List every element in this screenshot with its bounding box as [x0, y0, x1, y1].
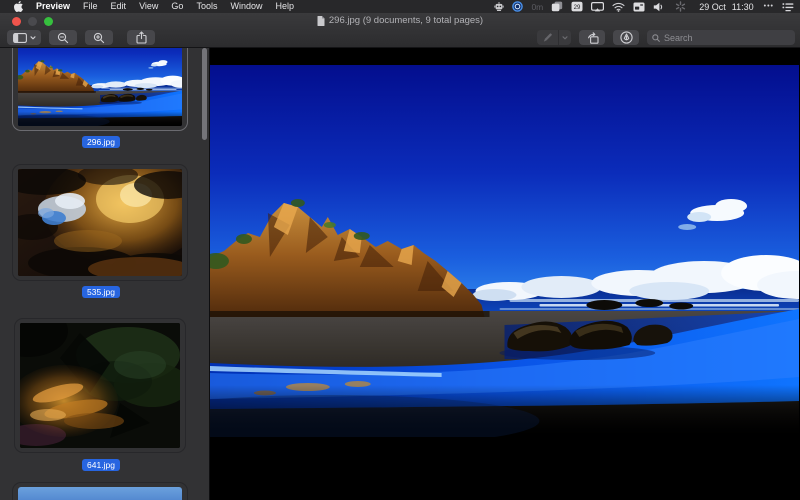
view-options-button[interactable]: [7, 30, 41, 45]
menu-window[interactable]: Window: [230, 0, 262, 13]
calendar-icon[interactable]: 29: [571, 1, 583, 12]
minimize-button[interactable]: [28, 17, 37, 26]
thumbnail-next[interactable]: [18, 487, 182, 500]
menu-tools[interactable]: Tools: [196, 0, 217, 13]
fan-icon[interactable]: [675, 1, 686, 12]
menu-bar-clock[interactable]: 29 Oct 11:30: [699, 2, 753, 12]
share-icon: [136, 31, 147, 44]
robot-head-icon[interactable]: [494, 1, 504, 12]
menu-edit[interactable]: Edit: [111, 0, 127, 13]
menu-bar: Preview File Edit View Go Tools Window H…: [0, 0, 800, 13]
search-field[interactable]: [647, 30, 795, 45]
menu-bar-status: 0m 29 29 Oct 11:3: [494, 1, 794, 12]
image-canvas: [210, 48, 800, 500]
zoom-in-button[interactable]: [85, 30, 113, 45]
thumbnail-sidebar: 296.jpg 535.jpg 641.jpg: [0, 48, 210, 500]
thumbnail-label-296[interactable]: 296.jpg: [82, 136, 120, 148]
screen-time-label[interactable]: 0m: [531, 2, 543, 12]
display-mirroring-icon[interactable]: [591, 2, 604, 12]
thumbnail-label-row: 535.jpg: [0, 282, 202, 300]
more-icon[interactable]: •••: [764, 3, 774, 10]
menu-view[interactable]: View: [139, 0, 158, 13]
notification-icon[interactable]: [551, 1, 563, 12]
thumbnail-label-row: 641.jpg: [0, 455, 202, 473]
highlight-menu-chevron[interactable]: [559, 30, 571, 45]
markup-icon: [620, 31, 633, 44]
apple-menu[interactable]: [14, 1, 23, 12]
beach-photo: [210, 65, 799, 437]
markup-button[interactable]: [613, 30, 639, 45]
zoom-out-icon: [57, 32, 69, 44]
chevron-down-icon: [30, 36, 36, 40]
highlight-pen-icon[interactable]: [537, 30, 559, 45]
sidebar-icon: [13, 33, 27, 43]
app-menu[interactable]: Preview: [36, 0, 70, 13]
rotate-left-button[interactable]: [579, 30, 605, 45]
wifi-icon[interactable]: [612, 2, 625, 12]
zoom-in-icon: [93, 32, 105, 44]
notification-center-icon[interactable]: [782, 2, 794, 12]
window-title-text: 296.jpg (9 documents, 9 total pages): [329, 15, 483, 26]
zoom-out-button[interactable]: [49, 30, 77, 45]
sidebar-scrollbar[interactable]: [202, 48, 207, 140]
rotate-left-icon: [586, 32, 599, 44]
thumbnail-535[interactable]: [18, 169, 182, 276]
input-source-icon[interactable]: [633, 2, 645, 12]
title-bar: 296.jpg (9 documents, 9 total pages): [0, 13, 800, 28]
menu-go[interactable]: Go: [171, 0, 183, 13]
share-button[interactable]: [127, 30, 155, 45]
thumbnail-label-641[interactable]: 641.jpg: [82, 459, 120, 471]
thumbnail-label-row: 296.jpg: [0, 132, 202, 150]
window-chrome: 296.jpg (9 documents, 9 total pages): [0, 13, 800, 48]
close-button[interactable]: [12, 17, 21, 26]
thumbnail-label-535[interactable]: 535.jpg: [82, 286, 120, 298]
svg-text:29: 29: [574, 5, 581, 11]
menu-bar-left: Preview File Edit View Go Tools Window H…: [14, 0, 294, 13]
volume-icon[interactable]: [653, 2, 664, 12]
window-content: 296.jpg 535.jpg 641.jpg: [0, 48, 800, 500]
preview-window: 296.jpg (9 documents, 9 total pages): [0, 13, 800, 500]
desktop: Preview File Edit View Go Tools Window H…: [0, 0, 800, 500]
clock-time: 11:30: [732, 2, 754, 12]
menu-file[interactable]: File: [83, 0, 98, 13]
clock-date: 29 Oct: [699, 2, 726, 12]
highlight-button[interactable]: [537, 30, 571, 45]
thumbnail-296[interactable]: [18, 48, 182, 126]
search-input[interactable]: [664, 33, 790, 43]
document-icon: [317, 16, 325, 26]
fullscreen-button[interactable]: [44, 17, 53, 26]
menu-help[interactable]: Help: [275, 0, 294, 13]
window-title: 296.jpg (9 documents, 9 total pages): [317, 15, 483, 26]
search-icon: [652, 34, 660, 42]
toolbar: [0, 28, 800, 50]
traffic-lights: [12, 17, 53, 26]
thumbnail-641[interactable]: [20, 323, 180, 448]
blue-ring-icon[interactable]: [512, 1, 523, 12]
